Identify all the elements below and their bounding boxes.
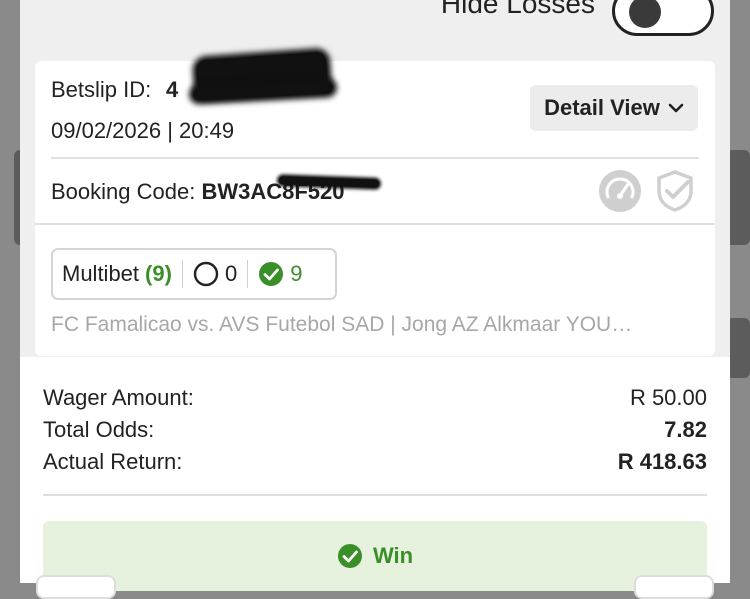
betslip-sheet: Hide Losses Betslip ID: 4 09/02/2026 | 2… — [20, 0, 730, 599]
hide-losses-label: Hide Losses — [440, 0, 595, 19]
odds-value: 7.82 — [664, 417, 707, 442]
result-status-bar: Win — [43, 521, 707, 591]
circle-outline-icon — [193, 261, 219, 287]
bottom-button-right[interactable] — [634, 575, 714, 599]
check-circle-icon — [337, 544, 362, 568]
open-selections: 0 — [193, 261, 237, 287]
open-count: 0 — [224, 261, 238, 286]
divider — [43, 494, 707, 496]
separator — [181, 260, 183, 288]
bet-selection-count: (9) — [145, 261, 172, 286]
result-label: Win — [372, 543, 414, 568]
detail-view-button[interactable]: Detail View — [530, 85, 698, 131]
hide-losses-toggle[interactable] — [612, 0, 714, 36]
detail-view-label: Detail View — [544, 95, 660, 120]
toggle-knob — [629, 0, 661, 28]
odds-row: Total Odds: 7.82 — [43, 417, 707, 443]
divider — [51, 157, 699, 159]
wager-value: R 50.00 — [629, 385, 707, 410]
return-label: Actual Return: — [43, 449, 183, 474]
return-row: Actual Return: R 418.63 — [43, 449, 707, 475]
return-value: R 418.63 — [617, 449, 707, 474]
wager-row: Wager Amount: R 50.00 — [43, 385, 707, 411]
won-selections: 9 — [258, 261, 302, 287]
separator — [247, 260, 249, 288]
check-circle-icon — [259, 262, 284, 286]
shield-check-icon[interactable] — [654, 169, 696, 213]
won-count: 9 — [290, 261, 303, 286]
bottom-button-left[interactable] — [36, 575, 116, 599]
betslip-id-value: 4 — [166, 77, 179, 102]
wager-label: Wager Amount: — [43, 385, 194, 410]
odds-label: Total Odds: — [43, 417, 155, 442]
gauge-icon[interactable] — [598, 169, 642, 213]
booking-code-label: Booking Code: — [51, 179, 196, 204]
chevron-down-icon — [668, 103, 684, 113]
bet-type-label: Multibet — [62, 261, 140, 286]
bet-summary: Wager Amount: R 50.00 Total Odds: 7.82 A… — [20, 357, 730, 591]
divider — [35, 223, 715, 225]
betslip-id-label: Betslip ID: — [51, 77, 152, 102]
bet-datetime: 09/02/2026 | 20:49 — [51, 118, 235, 143]
multibet-summary-badge: Multibet (9) 0 9 — [51, 248, 337, 300]
events-list-text[interactable]: FC Famalicao vs. AVS Futebol SAD | Jong … — [51, 313, 632, 337]
betslip-card: Betslip ID: 4 09/02/2026 | 20:49 Detail … — [35, 51, 715, 356]
